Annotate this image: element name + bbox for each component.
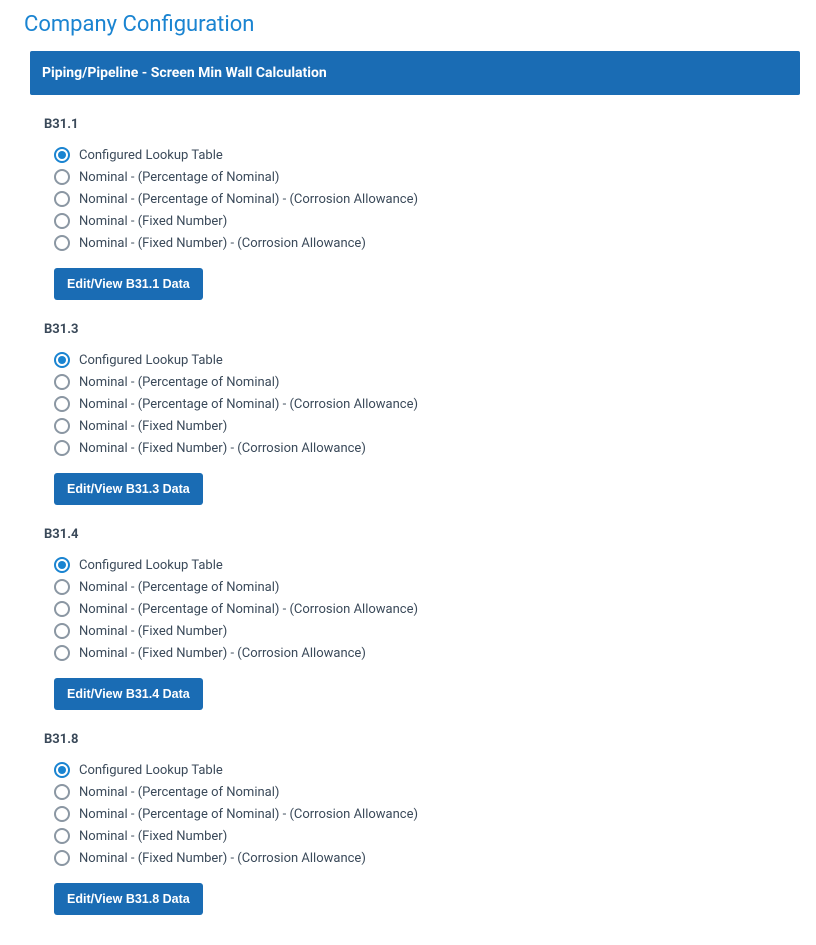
section-b31-4: B31.4 Configured Lookup Table Nominal - (P… bbox=[44, 527, 800, 710]
radio-option[interactable]: Configured Lookup Table bbox=[44, 554, 800, 576]
radio-icon bbox=[54, 850, 70, 866]
radio-option[interactable]: Nominal - (Fixed Number) - (Corrosion Al… bbox=[44, 437, 800, 459]
radio-option[interactable]: Nominal - (Percentage of Nominal) - (Cor… bbox=[44, 803, 800, 825]
edit-view-button[interactable]: Edit/View B31.8 Data bbox=[54, 883, 203, 915]
radio-icon bbox=[54, 784, 70, 800]
radio-label: Configured Lookup Table bbox=[79, 148, 223, 163]
page-title: Company Configuration bbox=[24, 12, 800, 37]
section-b31-8: B31.8 Configured Lookup Table Nominal - (P… bbox=[44, 732, 800, 915]
radio-option[interactable]: Configured Lookup Table bbox=[44, 144, 800, 166]
sections-container: B31.1 Configured Lookup Table Nominal - (P… bbox=[30, 117, 800, 915]
radio-icon bbox=[54, 762, 70, 778]
radio-label: Nominal - (Percentage of Nominal) bbox=[79, 170, 279, 185]
radio-label: Nominal - (Percentage of Nominal) - (Cor… bbox=[79, 602, 418, 617]
section-title: B31.8 bbox=[44, 732, 800, 747]
radio-option[interactable]: Nominal - (Fixed Number) - (Corrosion Al… bbox=[44, 232, 800, 254]
radio-icon bbox=[54, 213, 70, 229]
radio-label: Nominal - (Fixed Number) - (Corrosion Al… bbox=[79, 646, 366, 661]
radio-label: Nominal - (Percentage of Nominal) bbox=[79, 580, 279, 595]
edit-view-button[interactable]: Edit/View B31.4 Data bbox=[54, 678, 203, 710]
radio-option[interactable]: Nominal - (Fixed Number) bbox=[44, 210, 800, 232]
radio-icon bbox=[54, 440, 70, 456]
edit-view-button[interactable]: Edit/View B31.1 Data bbox=[54, 268, 203, 300]
radio-label: Nominal - (Fixed Number) - (Corrosion Al… bbox=[79, 236, 366, 251]
radio-icon bbox=[54, 191, 70, 207]
radio-label: Nominal - (Fixed Number) bbox=[79, 214, 227, 229]
panel-header: Piping/Pipeline - Screen Min Wall Calcul… bbox=[30, 51, 800, 95]
radio-label: Nominal - (Percentage of Nominal) bbox=[79, 375, 279, 390]
radio-icon bbox=[54, 623, 70, 639]
radio-label: Nominal - (Fixed Number) - (Corrosion Al… bbox=[79, 441, 366, 456]
section-title: B31.1 bbox=[44, 117, 800, 132]
radio-label: Configured Lookup Table bbox=[79, 763, 223, 778]
radio-option[interactable]: Nominal - (Fixed Number) bbox=[44, 620, 800, 642]
radio-option[interactable]: Nominal - (Percentage of Nominal) bbox=[44, 166, 800, 188]
radio-option[interactable]: Nominal - (Percentage of Nominal) - (Cor… bbox=[44, 188, 800, 210]
radio-option[interactable]: Configured Lookup Table bbox=[44, 349, 800, 371]
radio-icon bbox=[54, 396, 70, 412]
radio-option[interactable]: Nominal - (Fixed Number) - (Corrosion Al… bbox=[44, 642, 800, 664]
config-panel: Piping/Pipeline - Screen Min Wall Calcul… bbox=[30, 51, 800, 915]
radio-label: Nominal - (Percentage of Nominal) - (Cor… bbox=[79, 397, 418, 412]
radio-icon bbox=[54, 645, 70, 661]
radio-option[interactable]: Nominal - (Percentage of Nominal) - (Cor… bbox=[44, 393, 800, 415]
radio-option[interactable]: Nominal - (Percentage of Nominal) bbox=[44, 371, 800, 393]
radio-label: Nominal - (Fixed Number) bbox=[79, 624, 227, 639]
section-title: B31.3 bbox=[44, 322, 800, 337]
radio-icon bbox=[54, 828, 70, 844]
radio-option[interactable]: Nominal - (Percentage of Nominal) bbox=[44, 781, 800, 803]
radio-label: Nominal - (Fixed Number) - (Corrosion Al… bbox=[79, 851, 366, 866]
radio-label: Nominal - (Fixed Number) bbox=[79, 829, 227, 844]
radio-icon bbox=[54, 601, 70, 617]
radio-icon bbox=[54, 374, 70, 390]
section-title: B31.4 bbox=[44, 527, 800, 542]
radio-icon bbox=[54, 557, 70, 573]
radio-option[interactable]: Nominal - (Percentage of Nominal) - (Cor… bbox=[44, 598, 800, 620]
radio-label: Configured Lookup Table bbox=[79, 558, 223, 573]
radio-label: Nominal - (Percentage of Nominal) - (Cor… bbox=[79, 192, 418, 207]
radio-icon bbox=[54, 352, 70, 368]
radio-option[interactable]: Nominal - (Fixed Number) bbox=[44, 825, 800, 847]
section-b31-1: B31.1 Configured Lookup Table Nominal - (P… bbox=[44, 117, 800, 300]
radio-label: Nominal - (Percentage of Nominal) - (Cor… bbox=[79, 807, 418, 822]
radio-icon bbox=[54, 418, 70, 434]
edit-view-button[interactable]: Edit/View B31.3 Data bbox=[54, 473, 203, 505]
radio-icon bbox=[54, 806, 70, 822]
radio-icon bbox=[54, 579, 70, 595]
radio-label: Nominal - (Percentage of Nominal) bbox=[79, 785, 279, 800]
radio-icon bbox=[54, 235, 70, 251]
radio-label: Nominal - (Fixed Number) bbox=[79, 419, 227, 434]
radio-label: Configured Lookup Table bbox=[79, 353, 223, 368]
radio-icon bbox=[54, 147, 70, 163]
section-b31-3: B31.3 Configured Lookup Table Nominal - (P… bbox=[44, 322, 800, 505]
radio-option[interactable]: Nominal - (Fixed Number) - (Corrosion Al… bbox=[44, 847, 800, 869]
radio-option[interactable]: Configured Lookup Table bbox=[44, 759, 800, 781]
radio-icon bbox=[54, 169, 70, 185]
radio-option[interactable]: Nominal - (Percentage of Nominal) bbox=[44, 576, 800, 598]
radio-option[interactable]: Nominal - (Fixed Number) bbox=[44, 415, 800, 437]
